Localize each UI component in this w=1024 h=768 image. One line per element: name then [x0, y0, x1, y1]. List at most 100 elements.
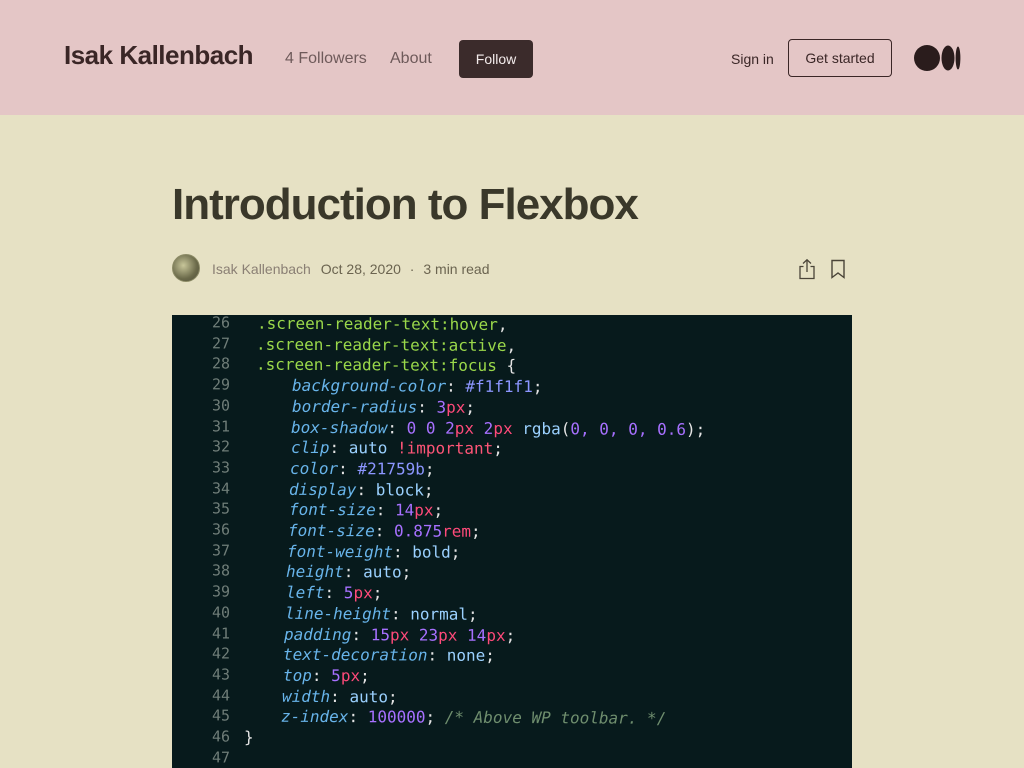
author-avatar[interactable]	[172, 254, 200, 282]
code-token: :	[446, 376, 466, 396]
code-token: px	[340, 665, 361, 686]
code-token: :	[343, 562, 364, 582]
code-listing: 26 .screen-reader-text:hover, 27 .screen-re…	[172, 315, 852, 768]
code-token: px	[353, 583, 373, 603]
code-token: color	[290, 458, 339, 478]
code-token: (	[560, 418, 571, 438]
code-token: ;	[387, 686, 398, 706]
code-token: padding	[284, 624, 352, 644]
code-token: rem	[442, 521, 472, 541]
code-text: box-shadow: 0 0 2px 2px rgba(0, 0, 0, 0.…	[291, 417, 705, 438]
code-text: z-index: 100000; /* Above WP toolbar. */	[281, 707, 666, 728]
code-text: font-size: 14px;	[289, 500, 443, 520]
code-token: px	[414, 500, 434, 520]
code-token: top	[283, 665, 312, 685]
meta-separator: ·	[409, 261, 415, 277]
line-number: 33	[211, 458, 230, 477]
code-token: 0, 0, 0, 0.6	[570, 418, 686, 439]
code-token: .screen-reader-text:hover	[257, 315, 498, 334]
line-number: 36	[211, 520, 230, 539]
publication-name[interactable]: Isak Kallenbach	[64, 40, 254, 71]
hero-code-image: 26 .screen-reader-text:hover, 27 .screen-re…	[172, 315, 852, 768]
code-token: :	[374, 521, 394, 541]
code-token: 15	[370, 624, 390, 644]
code-token: :	[329, 438, 349, 458]
code-token: font-weight	[287, 541, 393, 562]
code-token: :	[351, 624, 371, 644]
code-token: clip	[291, 438, 330, 458]
code-text: .screen-reader-text:focus {	[256, 355, 516, 375]
code-token: 5	[343, 583, 354, 603]
code-token: !important	[396, 438, 494, 459]
code-text: height: auto;	[286, 562, 411, 582]
code-token: ;	[424, 459, 435, 479]
code-token: ;	[468, 604, 478, 624]
code-token: auto	[363, 562, 402, 582]
line-number: 27	[211, 334, 230, 353]
follow-button[interactable]: Follow	[459, 40, 533, 78]
code-token: font-size	[288, 520, 375, 541]
code-token: ,	[506, 335, 517, 355]
line-number: 37	[211, 541, 230, 560]
sign-in-link[interactable]: Sign in	[731, 51, 774, 67]
code-token: :	[387, 417, 407, 437]
code-token: :	[417, 397, 437, 417]
code-token: ;	[505, 625, 516, 645]
code-token: /* Above WP toolbar. */	[444, 707, 667, 729]
code-token: normal	[410, 604, 469, 624]
code-text: border-radius: 3px;	[292, 397, 475, 417]
code-token: :	[324, 583, 344, 603]
code-text: padding: 15px 23px 14px;	[284, 624, 515, 644]
line-number: 28	[211, 354, 230, 373]
code-token: ;	[485, 646, 495, 666]
line-number: 39	[211, 582, 230, 601]
get-started-button[interactable]: Get started	[788, 39, 892, 77]
code-token: width	[282, 686, 331, 706]
code-token: 0 0 2	[406, 417, 455, 438]
code-token: ;	[450, 542, 461, 562]
code-text: display: block;	[289, 479, 434, 499]
line-number: 30	[211, 396, 230, 415]
code-text: .screen-reader-text:active,	[256, 334, 516, 354]
code-token: #f1f1f1	[465, 376, 533, 397]
code-token: :	[330, 686, 350, 706]
code-token: px	[486, 625, 506, 645]
code-token: ;	[493, 439, 503, 459]
line-number: 40	[211, 603, 230, 622]
code-token: none	[446, 645, 486, 666]
line-number: 29	[211, 375, 230, 394]
code-token: 2	[483, 418, 494, 438]
code-token: px	[438, 625, 468, 645]
code-text: .screen-reader-text:hover,	[257, 315, 507, 334]
code-token: .screen-reader-text:active	[256, 334, 507, 355]
code-text: font-weight: bold;	[287, 542, 460, 562]
code-token: 5	[331, 665, 341, 685]
code-token: ;	[532, 377, 543, 397]
read-time: 3 min read	[423, 261, 490, 277]
article-meta: Isak Kallenbach Oct 28, 2020 · 3 min rea…	[212, 261, 490, 277]
code-token: :	[427, 645, 447, 665]
code-token: {	[506, 356, 517, 376]
code-token: ;	[372, 583, 383, 603]
about-link[interactable]: About	[390, 50, 432, 68]
code-token: px	[454, 418, 484, 438]
code-token: ;	[471, 521, 481, 541]
share-icon[interactable]	[797, 258, 817, 280]
code-token: px	[446, 397, 466, 417]
code-token: :	[375, 500, 395, 520]
code-token: height	[286, 562, 344, 582]
code-text: color: #21759b;	[290, 459, 435, 479]
followers-link[interactable]: 4 Followers	[285, 50, 367, 68]
code-token: text-decoration	[283, 644, 428, 665]
code-token: }	[244, 727, 254, 747]
line-number: 44	[211, 686, 230, 705]
author-name[interactable]: Isak Kallenbach	[212, 261, 311, 277]
code-line: 47	[172, 748, 852, 768]
line-number: 31	[211, 416, 230, 436]
code-token: );	[685, 419, 706, 439]
bookmark-icon[interactable]	[829, 259, 847, 279]
code-token: :	[348, 707, 368, 727]
code-token: :	[338, 458, 358, 479]
medium-logo-icon[interactable]	[914, 44, 962, 72]
code-token: 23	[418, 625, 439, 645]
